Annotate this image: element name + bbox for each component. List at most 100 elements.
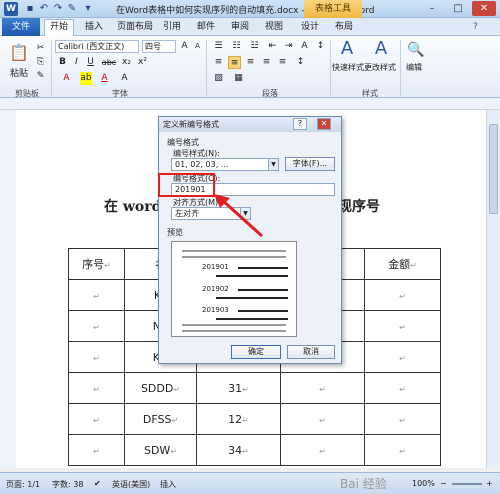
font-name-combo[interactable]: Calibri (西文正文) [55,40,139,53]
underline-button[interactable]: U [84,56,97,69]
maximize-button[interactable]: □ [446,1,470,16]
paste-icon[interactable]: 📋 [8,42,30,64]
font-button[interactable]: 字体(F)... [285,157,335,171]
dialog-close-button[interactable]: ✕ [317,118,331,130]
redo-icon[interactable]: ↷ [52,3,64,15]
scrollbar-thumb[interactable] [489,124,498,214]
table-header-cell[interactable]: 序号↵ [68,248,125,280]
strikethrough-button[interactable]: abc [100,56,118,69]
cut-icon[interactable]: ✂ [34,42,47,55]
table-cell[interactable]: ↵ [364,341,441,373]
borders-icon[interactable]: ▦ [232,72,245,85]
tab-home[interactable]: 开始 [44,19,75,36]
tab-page-layout[interactable]: 页面布局 [112,20,158,34]
line-spacing-icon[interactable]: ↕ [294,56,307,69]
table-cell[interactable]: ↵ [68,279,125,311]
tab-references[interactable]: 引用 [158,20,186,34]
minimize-button[interactable]: – [420,1,444,16]
zoom-in-icon[interactable]: + [486,479,493,488]
chinese-layout-icon[interactable]: A [298,40,311,53]
superscript-button[interactable]: x² [136,56,149,69]
distributed-icon[interactable]: ≡ [276,56,289,69]
quick-styles-button[interactable]: 快速样式 [332,62,364,73]
proofing-icon[interactable]: ✔ [94,479,101,488]
table-cell[interactable]: ↵ [280,403,365,435]
table-cell[interactable]: 12↵ [196,403,281,435]
word-count[interactable]: 字数: 38 [52,479,83,490]
vertical-scrollbar[interactable] [486,110,500,468]
table-cell[interactable]: ↵ [364,434,441,466]
font-size-combo[interactable]: 四号 [142,40,176,53]
close-button[interactable]: ✕ [472,1,496,16]
table-cell[interactable]: 31↵ [196,372,281,404]
table-cell[interactable]: ↵ [280,434,365,466]
change-styles-button[interactable]: 更改样式 [364,62,396,73]
quick-access-dropdown-icon[interactable]: ▾ [82,3,94,15]
table-cell[interactable]: ↵ [364,279,441,311]
format-painter-icon[interactable]: ✎ [66,3,78,15]
tab-review[interactable]: 审阅 [226,20,254,34]
table-cell[interactable]: 34↵ [196,434,281,466]
save-icon[interactable]: ▪ [24,3,36,15]
text-effects-button[interactable]: A [60,72,73,85]
table-cell[interactable]: ↵ [68,434,125,466]
change-styles-icon[interactable]: A [370,38,392,60]
find-icon[interactable]: 🔍 [406,40,426,60]
table-cell[interactable]: ↵ [68,341,125,373]
paste-button[interactable]: 粘贴 [10,66,28,79]
align-left-icon[interactable]: ≡ [212,56,225,69]
table-cell[interactable]: SDDD↵ [124,372,197,404]
subscript-button[interactable]: x₂ [120,56,133,69]
zoom-out-icon[interactable]: − [440,479,447,488]
word-app-icon[interactable]: W [4,2,18,16]
align-right-icon[interactable]: ≡ [244,56,257,69]
numbering-icon[interactable]: ☷ [230,40,243,53]
bullets-icon[interactable]: ☰ [212,40,225,53]
tab-layout[interactable]: 布局 [330,20,358,34]
shrink-font-button[interactable]: A [191,40,204,53]
zoom-level[interactable]: 100% [412,479,435,488]
sort-icon[interactable]: ↕ [314,40,327,53]
table-cell[interactable]: ↵ [364,403,441,435]
table-cell[interactable]: SDW↵ [124,434,197,466]
table-cell[interactable]: DFSS↵ [124,403,197,435]
highlight-color-button[interactable]: ab [80,72,92,85]
page-indicator[interactable]: 页面: 1/1 [6,479,40,490]
language-indicator[interactable]: 英语(美国) [112,479,150,490]
align-center-icon[interactable]: ≡ [228,56,241,69]
table-cell[interactable]: ↵ [364,372,441,404]
number-style-select[interactable]: 01, 02, 03, ... ▼ [171,158,279,171]
zoom-slider[interactable] [452,483,482,485]
tab-view[interactable]: 视图 [260,20,288,34]
table-cell[interactable]: ↵ [68,372,125,404]
table-cell[interactable]: ↵ [280,372,365,404]
bold-button[interactable]: B [56,56,69,69]
editing-button[interactable]: 编辑 [406,62,422,73]
tab-insert[interactable]: 插入 [80,20,108,34]
increase-indent-icon[interactable]: ⇥ [282,40,295,53]
format-brush-icon[interactable]: ✎ [34,70,47,83]
decrease-indent-icon[interactable]: ⇤ [266,40,279,53]
insert-mode-indicator[interactable]: 插入 [160,479,176,490]
dialog-help-button[interactable]: ? [293,118,307,130]
table-header-cell[interactable]: 金额↵ [364,248,441,280]
font-color-button[interactable]: A [98,72,111,85]
copy-icon[interactable]: ⎘ [34,56,47,69]
tab-mailings[interactable]: 邮件 [192,20,220,34]
ok-button[interactable]: 确定 [231,345,281,359]
char-shading-button[interactable]: A [118,72,131,85]
tab-design[interactable]: 设计 [296,20,324,34]
quick-styles-icon[interactable]: A [336,38,358,60]
shading-icon[interactable]: ▨ [212,72,225,85]
justify-icon[interactable]: ≡ [260,56,273,69]
undo-icon[interactable]: ↶ [38,3,50,15]
cancel-button[interactable]: 取消 [287,345,335,359]
help-icon[interactable]: ? [468,20,483,34]
multilevel-list-icon[interactable]: ☳ [248,40,261,53]
table-cell[interactable]: ↵ [68,310,125,342]
table-cell[interactable]: ↵ [364,310,441,342]
table-cell[interactable]: ↵ [68,403,125,435]
grow-font-button[interactable]: A [178,40,191,53]
italic-button[interactable]: I [70,56,83,69]
tab-file[interactable]: 文件 [2,18,40,36]
